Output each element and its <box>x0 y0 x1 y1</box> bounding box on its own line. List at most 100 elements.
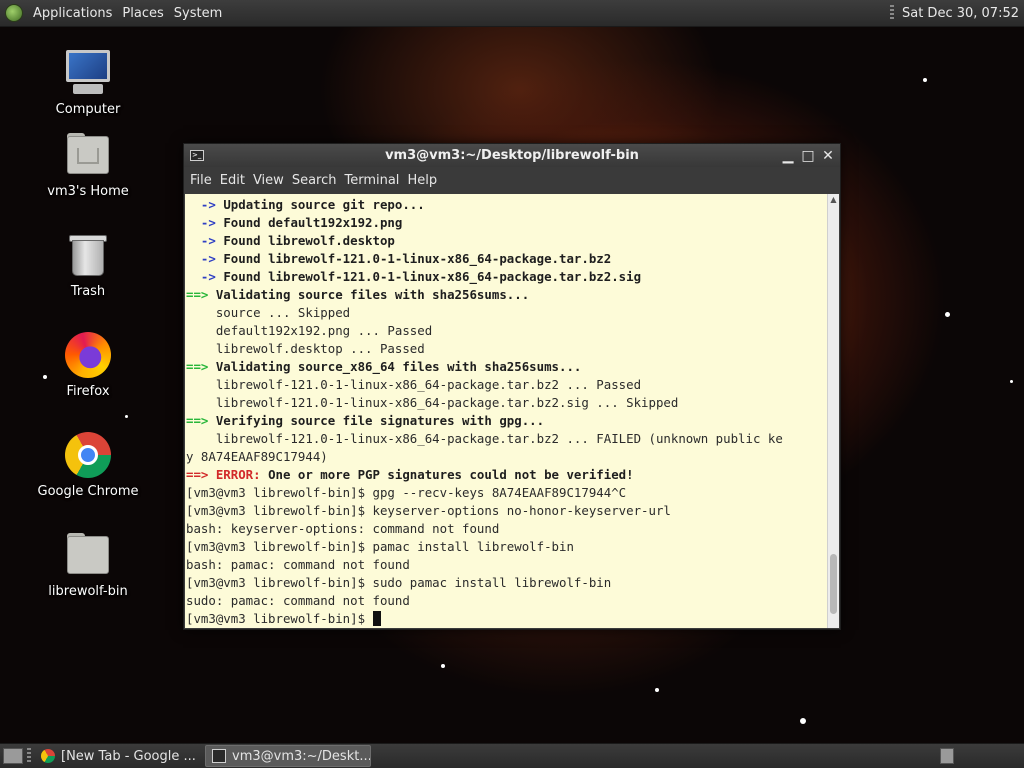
terminal-text: ==> <box>186 467 216 482</box>
applications-menu[interactable]: Applications <box>28 6 117 21</box>
clock[interactable]: Sat Dec 30, 07:52 <box>902 6 1019 21</box>
terminal-scrollbar[interactable]: ▲ <box>827 194 839 628</box>
desktop-icon-label: librewolf-bin <box>48 584 128 599</box>
terminal-line: [vm3@vm3 librewolf-bin]$ pamac install l… <box>186 538 827 556</box>
terminal-line: [vm3@vm3 librewolf-bin]$ keyserver-optio… <box>186 502 827 520</box>
terminal-text: default192x192.png ... Passed <box>186 323 433 338</box>
terminal-line: ==> Validating source files with sha256s… <box>186 286 827 304</box>
terminal-text: Validating source_x86_64 files with sha2… <box>215 359 582 374</box>
terminal-text: librewolf-121.0-1-linux-x86_64-package.t… <box>186 431 783 446</box>
minimize-button[interactable]: ▁ <box>780 148 796 164</box>
terminal-text: -> <box>186 269 224 284</box>
terminal-line: sudo: pamac: command not found <box>186 592 827 610</box>
maximize-button[interactable]: □ <box>800 148 816 164</box>
terminal-line: [vm3@vm3 librewolf-bin]$ gpg --recv-keys… <box>186 484 827 502</box>
system-menu[interactable]: System <box>169 6 227 21</box>
menu-edit[interactable]: Edit <box>216 173 249 188</box>
desktop-icon-trash[interactable]: Trash <box>33 230 143 299</box>
terminal-text: Found librewolf-121.0-1-linux-x86_64-pac… <box>223 269 642 284</box>
terminal-text: One or more PGP signatures could not be … <box>268 467 634 482</box>
star <box>1010 380 1013 383</box>
terminal-text: ==> <box>186 287 216 302</box>
terminal-line: y 8A74EAAF89C17944) <box>186 448 827 466</box>
panel-handle[interactable] <box>889 5 894 21</box>
desktop-icon-home[interactable]: vm3's Home <box>33 130 143 199</box>
terminal-line: ==> Verifying source file signatures wit… <box>186 412 827 430</box>
terminal-line: -> Updating source git repo... <box>186 196 827 214</box>
terminal-line: [vm3@vm3 librewolf-bin]$ sudo pamac inst… <box>186 574 827 592</box>
terminal-output[interactable]: -> Updating source git repo... -> Found … <box>185 194 827 628</box>
workspace-switcher[interactable] <box>940 748 954 764</box>
terminal-text: Found librewolf-121.0-1-linux-x86_64-pac… <box>223 251 612 266</box>
terminal-text: [vm3@vm3 librewolf-bin]$ sudo pamac inst… <box>186 575 612 590</box>
taskbar-button-label: vm3@vm3:~/Deskt... <box>232 748 371 764</box>
taskbar-button-chrome[interactable]: [New Tab - Google ... <box>35 745 201 767</box>
terminal-line: -> Found librewolf.desktop <box>186 232 827 250</box>
close-button[interactable]: ✕ <box>820 148 836 164</box>
taskbar-button-terminal[interactable]: vm3@vm3:~/Deskt... <box>205 745 371 767</box>
window-titlebar[interactable]: >_ vm3@vm3:~/Desktop/librewolf-bin ▁ □ ✕ <box>184 144 840 167</box>
folder-icon <box>63 530 113 580</box>
desktop-icon-label: Computer <box>55 102 121 117</box>
star <box>945 312 950 317</box>
places-menu[interactable]: Places <box>117 6 168 21</box>
terminal-text: -> <box>186 251 224 266</box>
scroll-up-arrow-icon[interactable]: ▲ <box>828 194 839 206</box>
menu-help[interactable]: Help <box>403 173 441 188</box>
terminal-text: -> <box>186 215 224 230</box>
taskbar-handle[interactable] <box>27 748 31 764</box>
terminal-icon[interactable]: >_ <box>190 150 204 161</box>
terminal-line: librewolf-121.0-1-linux-x86_64-package.t… <box>186 394 827 412</box>
desktop-icon-firefox[interactable]: Firefox <box>33 330 143 399</box>
terminal-text: librewolf.desktop ... Passed <box>186 341 425 356</box>
terminal-text: sudo: pamac: command not found <box>186 593 410 608</box>
menu-search[interactable]: Search <box>288 173 341 188</box>
terminal-line: -> Found librewolf-121.0-1-linux-x86_64-… <box>186 250 827 268</box>
terminal-line: librewolf-121.0-1-linux-x86_64-package.t… <box>186 376 827 394</box>
show-desktop-icon[interactable] <box>3 748 23 764</box>
firefox-icon <box>63 330 113 380</box>
menu-view[interactable]: View <box>249 173 288 188</box>
terminal-text: bash: pamac: command not found <box>186 557 410 572</box>
star <box>43 375 47 379</box>
distro-logo-icon[interactable] <box>5 4 23 22</box>
terminal-text: -> <box>186 233 224 248</box>
terminal-window[interactable]: >_ vm3@vm3:~/Desktop/librewolf-bin ▁ □ ✕… <box>183 143 841 630</box>
desktop-icon-label: vm3's Home <box>47 184 129 199</box>
chrome-icon <box>63 430 113 480</box>
terminal-text: [vm3@vm3 librewolf-bin]$ gpg --recv-keys… <box>186 485 627 500</box>
terminal-text: Found librewolf.desktop <box>223 233 395 248</box>
scroll-thumb[interactable] <box>830 554 837 614</box>
terminal-text: -> <box>186 197 224 212</box>
terminal-line: bash: pamac: command not found <box>186 556 827 574</box>
terminal-line: -> Found default192x192.png <box>186 214 827 232</box>
desktop-icon-computer[interactable]: Computer <box>33 48 143 117</box>
trash-icon <box>63 230 113 280</box>
terminal-text: Validating source files with sha256sums.… <box>215 287 530 302</box>
terminal-cursor <box>372 611 381 626</box>
chrome-icon <box>41 749 55 763</box>
desktop-icon-librewolf-bin[interactable]: librewolf-bin <box>33 530 143 599</box>
terminal-line: -> Found librewolf-121.0-1-linux-x86_64-… <box>186 268 827 286</box>
star <box>923 78 927 82</box>
star <box>441 664 445 668</box>
terminal-line: bash: keyserver-options: command not fou… <box>186 520 827 538</box>
window-title: vm3@vm3:~/Desktop/librewolf-bin <box>385 148 639 163</box>
desktop-icon-chrome[interactable]: Google Chrome <box>33 430 143 499</box>
menu-terminal[interactable]: Terminal <box>340 173 403 188</box>
terminal-line: default192x192.png ... Passed <box>186 322 827 340</box>
terminal-text: ==> <box>186 359 216 374</box>
terminal-text: [vm3@vm3 librewolf-bin]$ pamac install l… <box>186 539 574 554</box>
terminal-menubar: File Edit View Search Terminal Help <box>184 167 840 193</box>
desktop-icon-label: Firefox <box>66 384 110 399</box>
terminal-text: bash: keyserver-options: command not fou… <box>186 521 500 536</box>
bottom-taskbar: [New Tab - Google ... vm3@vm3:~/Deskt... <box>0 743 1024 768</box>
top-panel: Applications Places System Sat Dec 30, 0… <box>0 0 1024 27</box>
terminal-text: source ... Skipped <box>186 305 351 320</box>
terminal-text: librewolf-121.0-1-linux-x86_64-package.t… <box>186 377 642 392</box>
menu-file[interactable]: File <box>186 173 216 188</box>
taskbar-button-label: [New Tab - Google ... <box>61 748 196 764</box>
terminal-text: [vm3@vm3 librewolf-bin]$ <box>186 611 373 626</box>
terminal-text: [vm3@vm3 librewolf-bin]$ keyserver-optio… <box>186 503 671 518</box>
terminal-text: Verifying source file signatures with gp… <box>215 413 545 428</box>
